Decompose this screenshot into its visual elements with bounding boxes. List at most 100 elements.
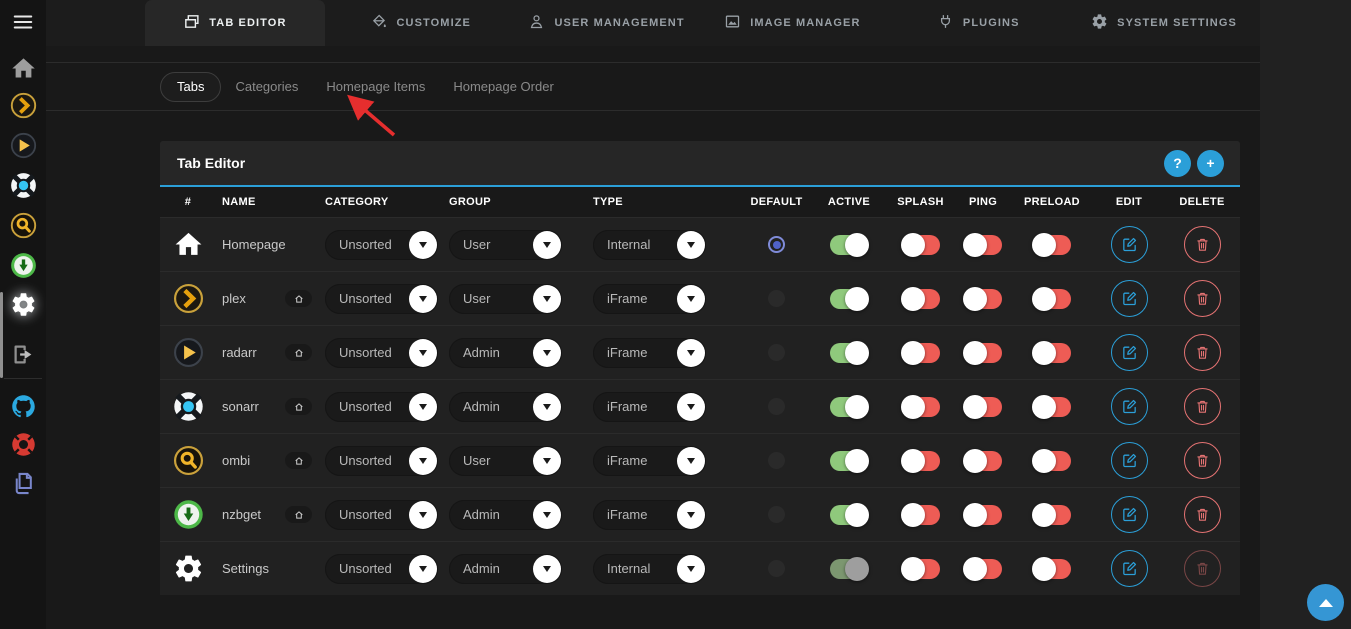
category-select[interactable]: Unsorted xyxy=(325,446,438,476)
add-tab-button[interactable]: + xyxy=(1197,150,1224,177)
default-radio[interactable] xyxy=(768,290,785,307)
preload-toggle[interactable] xyxy=(1033,505,1071,525)
ping-toggle[interactable] xyxy=(964,505,1002,525)
tab-customize[interactable]: CUSTOMIZE xyxy=(331,0,511,46)
type-select[interactable]: iFrame xyxy=(593,392,706,422)
tab-user-management[interactable]: USER MANAGEMENT xyxy=(517,0,697,46)
delete-button[interactable] xyxy=(1184,496,1221,533)
sidebar-item-plex[interactable] xyxy=(8,92,38,122)
type-select[interactable]: iFrame xyxy=(593,284,706,314)
preload-toggle[interactable] xyxy=(1033,451,1071,471)
category-select[interactable]: Unsorted xyxy=(325,230,438,260)
type-select[interactable]: iFrame xyxy=(593,446,706,476)
edit-button[interactable] xyxy=(1111,442,1148,479)
active-toggle[interactable] xyxy=(830,505,868,525)
tab-system-settings[interactable]: SYSTEM SETTINGS xyxy=(1074,0,1254,46)
sidebar-item-github[interactable] xyxy=(8,393,38,423)
preload-toggle[interactable] xyxy=(1033,397,1071,417)
ping-toggle[interactable] xyxy=(964,343,1002,363)
type-select[interactable]: iFrame xyxy=(593,338,706,368)
sonarr-icon xyxy=(10,172,37,202)
delete-button[interactable] xyxy=(1184,442,1221,479)
active-toggle[interactable] xyxy=(830,289,868,309)
tab-tab-editor[interactable]: TAB EDITOR xyxy=(145,0,325,46)
ping-toggle[interactable] xyxy=(964,559,1002,579)
splash-toggle[interactable] xyxy=(902,289,940,309)
active-toggle[interactable] xyxy=(830,397,868,417)
splash-toggle[interactable] xyxy=(902,451,940,471)
tab-label: TAB EDITOR xyxy=(209,17,286,29)
edit-button[interactable] xyxy=(1111,550,1148,587)
default-radio[interactable] xyxy=(768,506,785,523)
subtab-tabs[interactable]: Tabs xyxy=(160,72,221,102)
edit-button[interactable] xyxy=(1111,334,1148,371)
edit-button[interactable] xyxy=(1111,280,1148,317)
splash-toggle[interactable] xyxy=(902,505,940,525)
sidebar-item-nzbget[interactable] xyxy=(8,252,38,282)
sidebar-scrollbar[interactable] xyxy=(0,292,3,378)
edit-button[interactable] xyxy=(1111,388,1148,425)
ping-toggle[interactable] xyxy=(964,289,1002,309)
menu-toggle-button[interactable] xyxy=(12,11,34,33)
category-select[interactable]: Unsorted xyxy=(325,284,438,314)
help-button[interactable]: ? xyxy=(1164,150,1191,177)
group-select[interactable]: Admin xyxy=(449,338,562,368)
default-radio[interactable] xyxy=(768,344,785,361)
group-value: Admin xyxy=(463,507,500,522)
tab-plugins[interactable]: PLUGINS xyxy=(888,0,1068,46)
category-select[interactable]: Unsorted xyxy=(325,554,438,584)
subtab-categories[interactable]: Categories xyxy=(221,72,312,102)
type-select[interactable]: Internal xyxy=(593,230,706,260)
group-select[interactable]: User xyxy=(449,230,562,260)
default-radio[interactable] xyxy=(768,452,785,469)
default-radio[interactable] xyxy=(768,560,785,577)
delete-button[interactable] xyxy=(1184,388,1221,425)
active-toggle[interactable] xyxy=(830,451,868,471)
sidebar-item-logout[interactable] xyxy=(8,341,38,371)
type-select[interactable]: iFrame xyxy=(593,500,706,530)
splash-toggle[interactable] xyxy=(902,343,940,363)
category-select[interactable]: Unsorted xyxy=(325,338,438,368)
edit-button[interactable] xyxy=(1111,496,1148,533)
ping-toggle[interactable] xyxy=(964,235,1002,255)
sidebar-item-settings[interactable] xyxy=(8,291,38,321)
ping-toggle[interactable] xyxy=(964,397,1002,417)
sidebar-item-radarr[interactable] xyxy=(8,132,38,162)
preload-toggle[interactable] xyxy=(1033,235,1071,255)
group-select[interactable]: User xyxy=(449,284,562,314)
sidebar-item-ombi[interactable] xyxy=(8,212,38,242)
subtab-homepage-items[interactable]: Homepage Items xyxy=(312,72,439,102)
tab-editor-icon xyxy=(183,13,200,33)
group-select[interactable]: Admin xyxy=(449,500,562,530)
group-select[interactable]: Admin xyxy=(449,554,562,584)
default-radio[interactable] xyxy=(768,236,785,253)
group-select[interactable]: User xyxy=(449,446,562,476)
category-select[interactable]: Unsorted xyxy=(325,500,438,530)
splash-toggle[interactable] xyxy=(902,397,940,417)
tab-image-manager[interactable]: IMAGE MANAGER xyxy=(702,0,882,46)
default-radio[interactable] xyxy=(768,398,785,415)
delete-button[interactable] xyxy=(1184,226,1221,263)
ping-toggle[interactable] xyxy=(964,451,1002,471)
preload-toggle[interactable] xyxy=(1033,343,1071,363)
active-toggle[interactable] xyxy=(830,343,868,363)
delete-button[interactable] xyxy=(1184,334,1221,371)
scroll-to-top-button[interactable] xyxy=(1307,584,1344,621)
preload-toggle[interactable] xyxy=(1033,559,1071,579)
splash-toggle[interactable] xyxy=(902,235,940,255)
type-select[interactable]: Internal xyxy=(593,554,706,584)
sidebar-item-home[interactable] xyxy=(8,55,38,85)
preload-toggle[interactable] xyxy=(1033,289,1071,309)
sidebar-divider xyxy=(4,378,42,379)
sidebar-item-support[interactable] xyxy=(8,431,38,461)
group-select[interactable]: Admin xyxy=(449,392,562,422)
splash-toggle[interactable] xyxy=(902,559,940,579)
subtab-homepage-order[interactable]: Homepage Order xyxy=(439,72,567,102)
sidebar-item-sonarr[interactable] xyxy=(8,172,38,202)
sidebar-item-documents[interactable] xyxy=(8,470,38,500)
active-toggle[interactable] xyxy=(830,235,868,255)
edit-button[interactable] xyxy=(1111,226,1148,263)
category-select[interactable]: Unsorted xyxy=(325,392,438,422)
delete-button[interactable] xyxy=(1184,280,1221,317)
chevron-down-icon xyxy=(677,285,705,313)
